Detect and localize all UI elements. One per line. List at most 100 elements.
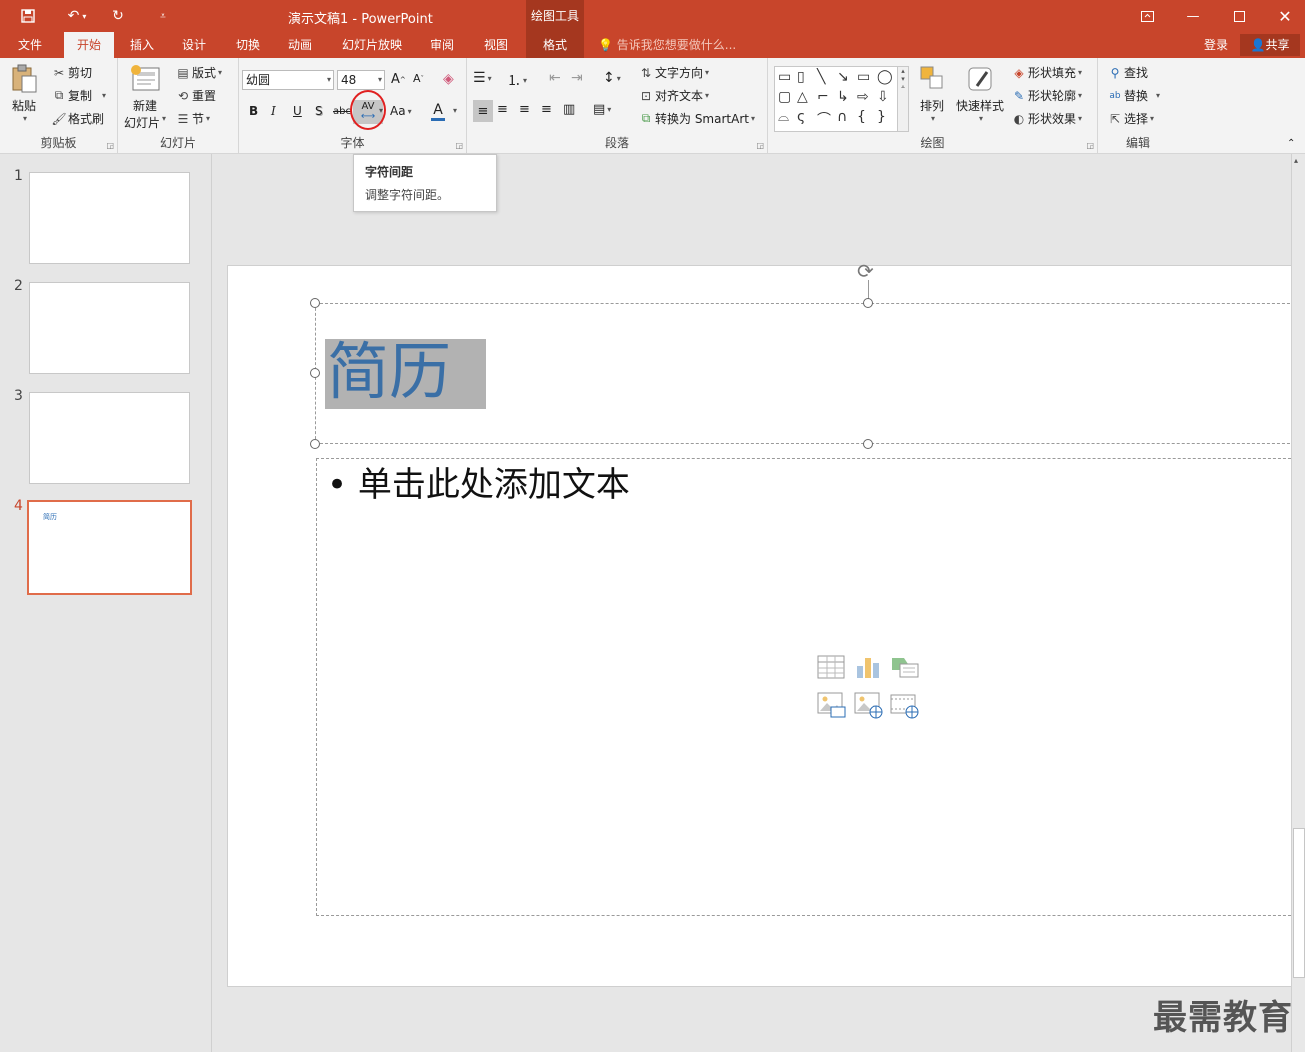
justify-icon[interactable]: ≡ — [541, 102, 552, 117]
font-color-dropdown-icon[interactable]: ▾ — [451, 106, 457, 115]
align-center-icon[interactable]: ≡ — [497, 102, 508, 117]
align-text-button[interactable]: ⊡ 对齐文本 ▾ — [637, 87, 709, 104]
arrange-button[interactable]: 排列 ▾ — [918, 64, 946, 123]
tab-review[interactable]: 审阅 — [420, 32, 464, 58]
table-icon[interactable] — [817, 654, 845, 682]
decrease-indent-icon[interactable]: ⇤ — [549, 70, 561, 86]
textbox-shape-icon[interactable]: ▭ — [778, 69, 791, 85]
align-left-icon[interactable]: ≡ — [473, 100, 493, 122]
clipboard-launcher-icon[interactable]: ◲ — [106, 141, 114, 150]
shape-effects-button[interactable]: ◐ 形状效果 ▾ — [1010, 110, 1082, 127]
maximize-icon[interactable] — [1216, 0, 1262, 32]
body-placeholder-text[interactable]: • 单击此处添加文本 — [327, 463, 630, 507]
tab-view[interactable]: 视图 — [474, 32, 518, 58]
text-shadow-button[interactable]: S — [315, 104, 323, 118]
font-size-combo[interactable]: 48 ▾ — [337, 70, 385, 90]
close-icon[interactable]: ✕ — [1262, 0, 1305, 32]
convert-smartart-button[interactable]: ⧉ 转换为 SmartArt ▾ — [637, 110, 755, 127]
slide-thumbnail-3[interactable] — [29, 392, 190, 484]
format-painter-button[interactable]: 🖌 格式刷 — [50, 110, 104, 127]
tab-slideshow[interactable]: 幻灯片放映 — [334, 32, 410, 58]
rounded-rect-shape-icon[interactable]: ▢ — [778, 89, 791, 105]
section-button[interactable]: ☰ 节 ▾ — [174, 110, 210, 127]
resize-handle[interactable] — [310, 368, 320, 378]
text-direction-button[interactable]: ⇅ 文字方向 ▾ — [637, 64, 709, 81]
paste-button[interactable]: 粘贴 ▾ — [10, 64, 38, 123]
collapse-ribbon-icon[interactable]: ⌃ — [1287, 138, 1295, 149]
change-case-button[interactable]: Aa ▾ — [390, 104, 412, 118]
elbow-arrow-shape-icon[interactable]: ↳ — [837, 89, 849, 105]
align-right-icon[interactable]: ≡ — [519, 102, 530, 117]
bold-button[interactable]: B — [249, 104, 258, 118]
grow-font-icon[interactable]: A ^ — [391, 72, 406, 87]
select-button[interactable]: ⇱ 选择 ▾ — [1106, 110, 1154, 127]
scrollbar-thumb[interactable] — [1293, 828, 1305, 978]
resize-handle[interactable] — [310, 439, 320, 449]
bullets-icon[interactable]: ☰ ▾ — [473, 70, 492, 86]
arrow-line-shape-icon[interactable]: ↘ — [837, 69, 849, 85]
replace-button[interactable]: ab 替换 ▾ — [1106, 87, 1160, 104]
online-picture-icon[interactable] — [854, 691, 883, 719]
columns-icon[interactable]: ▤ ▾ — [593, 102, 611, 117]
strikethrough-button[interactable]: abc — [333, 106, 351, 117]
down-arrow-shape-icon[interactable]: ⇩ — [877, 89, 889, 105]
freeform-shape-icon[interactable]: ⌓ — [778, 109, 789, 125]
chevron-down-icon[interactable]: ▾ — [378, 71, 382, 89]
curve-shape-icon[interactable]: ∩ — [837, 109, 847, 125]
shrink-font-icon[interactable]: Aˇ — [413, 72, 424, 85]
resize-handle[interactable] — [863, 439, 873, 449]
tab-insert[interactable]: 插入 — [120, 32, 164, 58]
slide-canvas[interactable]: ⟳ 简历 • 单击此处添加文本 — [227, 259, 1305, 987]
oval-shape-icon[interactable]: ◯ — [877, 69, 893, 85]
scribble-shape-icon[interactable]: ς — [797, 109, 805, 125]
share-button[interactable]: 👤共享 — [1240, 34, 1300, 56]
resize-handle[interactable] — [863, 298, 873, 308]
save-icon[interactable] — [16, 6, 40, 26]
rectangle-shape-icon[interactable]: ▭ — [857, 69, 870, 85]
tab-home[interactable]: 开始 — [64, 32, 114, 58]
drawing-launcher-icon[interactable]: ◲ — [1086, 141, 1094, 150]
copy-button[interactable]: ⧉ 复制 ▾ — [50, 87, 106, 104]
ribbon-display-options-icon[interactable] — [1124, 0, 1170, 32]
sign-in-link[interactable]: 登录 — [1204, 32, 1228, 58]
shape-outline-button[interactable]: ✎ 形状轮廓 ▾ — [1010, 87, 1082, 104]
chevron-down-icon[interactable]: ▾ — [327, 71, 331, 89]
line-shape-icon[interactable]: ╲ — [817, 69, 825, 85]
customize-qat-icon[interactable]: ⩡ — [155, 6, 171, 26]
shapes-gallery[interactable]: ▭ ▯ ╲ ↘ ▭ ◯ ▢ △ ⌐ ↳ ⇨ ⇩ ⌓ ς ⌒ ∩ { } — [774, 66, 898, 132]
gallery-scroll[interactable]: ▴ ▾ ⩡ — [897, 66, 909, 132]
clear-formatting-icon[interactable]: ◈ — [443, 71, 454, 87]
left-brace-shape-icon[interactable]: { — [857, 109, 866, 125]
slide-title-text[interactable]: 简历 — [327, 336, 451, 408]
chart-icon[interactable] — [854, 654, 882, 682]
smartart-icon[interactable] — [890, 654, 919, 682]
increase-indent-icon[interactable]: ⇥ — [571, 70, 583, 86]
scroll-up-icon[interactable]: ▴ — [1294, 156, 1298, 165]
font-color-button[interactable]: A — [431, 102, 445, 121]
rotate-handle-icon[interactable]: ⟳ — [857, 259, 874, 283]
paragraph-launcher-icon[interactable]: ◲ — [756, 141, 764, 150]
shape-fill-button[interactable]: ◈ 形状填充 ▾ — [1010, 64, 1082, 81]
redo-icon[interactable]: ↻ — [106, 6, 130, 26]
arc-shape-icon[interactable]: ⌒ — [817, 109, 831, 129]
slide-thumbnail-4[interactable]: 简历 — [27, 500, 192, 595]
tab-format[interactable]: 格式 — [526, 32, 584, 58]
tab-animations[interactable]: 动画 — [278, 32, 322, 58]
minimize-icon[interactable]: — — [1170, 0, 1216, 32]
tab-design[interactable]: 设计 — [172, 32, 216, 58]
distributed-icon[interactable]: ▥ — [563, 102, 575, 117]
vertical-textbox-shape-icon[interactable]: ▯ — [797, 69, 805, 85]
numbering-icon[interactable]: ⒈ ▾ — [507, 70, 527, 90]
slide-thumbnail-2[interactable] — [29, 282, 190, 374]
underline-button[interactable]: U — [293, 104, 302, 118]
layout-button[interactable]: ▤ 版式 ▾ — [174, 64, 222, 81]
font-name-combo[interactable]: 幼圆 ▾ — [242, 70, 334, 90]
tab-file[interactable]: 文件 — [6, 32, 54, 58]
picture-icon[interactable] — [817, 691, 846, 719]
italic-button[interactable]: I — [271, 104, 276, 118]
right-arrow-shape-icon[interactable]: ⇨ — [857, 89, 869, 105]
tell-me-search[interactable]: 💡 告诉我您想要做什么... — [598, 32, 736, 58]
video-icon[interactable] — [890, 691, 919, 719]
new-slide-button[interactable]: 新建 幻灯片 ▾ — [124, 64, 166, 131]
triangle-shape-icon[interactable]: △ — [797, 89, 808, 105]
